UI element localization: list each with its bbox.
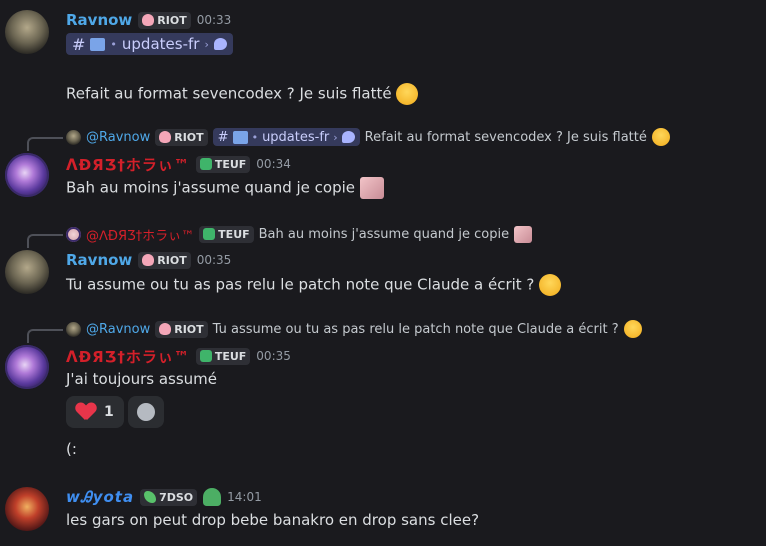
guild-tag[interactable]: RIOT: [138, 11, 191, 29]
avatar[interactable]: [5, 345, 49, 389]
guild-tag[interactable]: TEUF: [195, 347, 251, 365]
message-text: Tu assume ou tu as pas relu le patch not…: [66, 274, 562, 296]
reply-username[interactable]: @ᐱÐЯƷ†ホラぃ™: [86, 225, 194, 244]
avatar[interactable]: [5, 10, 49, 54]
thread-bubble-icon: [213, 38, 227, 50]
avatar[interactable]: [5, 153, 49, 197]
chevron-right-icon: ›: [204, 37, 209, 51]
skull-icon: [142, 254, 155, 266]
message-content: J'ai toujours assumé: [66, 370, 218, 388]
heart-reaction[interactable]: 1: [66, 396, 124, 428]
message-header: ᐱÐЯƷ†ホラぃ™ TEUF 00:34: [66, 153, 291, 175]
reaction-count: 1: [104, 404, 114, 420]
message-text: J'ai toujours assumé: [66, 370, 217, 388]
guild-tag[interactable]: TEUF: [195, 155, 251, 173]
tag-label: TEUF: [214, 157, 247, 171]
dot-separator: •: [251, 130, 259, 144]
timestamp: 00:34: [256, 157, 291, 171]
message-content: Bah au moins j'assume quand je copie: [66, 178, 356, 197]
tag-label: 7DSO: [159, 490, 194, 504]
message-content: Refait au format sevencodex ? Je suis fl…: [66, 84, 392, 103]
message-header: ᐱÐЯƷ†ホラぃ™ TEUF 00:35: [66, 345, 291, 367]
guild-tag: RIOT: [155, 128, 208, 146]
reply-text: Tu assume ou tu as pas relu le patch not…: [212, 321, 619, 337]
message-text: Refait au format sevencodex ? Je suis fl…: [66, 83, 419, 105]
reply-username[interactable]: @Ravnow: [86, 130, 150, 145]
message-text: Bah au moins j'assume quand je copie: [66, 177, 384, 199]
map-icon: [90, 37, 106, 51]
reply-preview[interactable]: @ᐱÐЯƷ†ホラぃ™ TEUF Bah au moins j'assume qu…: [66, 224, 533, 244]
message-content: Tu assume ou tu as pas relu le patch not…: [66, 275, 535, 294]
timestamp: 00:33: [196, 13, 232, 27]
skull-icon: [159, 323, 172, 335]
guild-tag[interactable]: 7DSO: [140, 488, 198, 506]
chevron-right-icon: ›: [333, 130, 338, 144]
reply-spine: [27, 329, 63, 343]
leaf-icon: [144, 491, 157, 503]
message-header: Ravnow RIOT 00:33: [66, 9, 231, 31]
skull-icon: [159, 131, 172, 143]
dot-separator: •: [110, 37, 117, 51]
smirk-emoji-icon: [539, 274, 562, 296]
hash-icon: #: [72, 34, 86, 54]
channel-mention[interactable]: # • updates-fr ›: [66, 33, 233, 55]
map-icon: [232, 130, 248, 144]
hash-icon: #: [217, 129, 229, 145]
avatar[interactable]: [5, 487, 49, 531]
joy-emoji-icon: [396, 83, 419, 105]
username[interactable]: ᐱÐЯƷ†ホラぃ™: [66, 346, 190, 367]
reply-spine: [27, 137, 63, 151]
reply-preview[interactable]: @Ravnow RIOT Tu assume ou tu as pas relu…: [66, 319, 642, 339]
money-icon: [203, 228, 216, 240]
reply-preview[interactable]: @Ravnow RIOT # • updates-fr › Refait au …: [66, 127, 670, 147]
tag-label: RIOT: [174, 130, 204, 144]
joy-emoji-icon: [651, 128, 670, 146]
reply-spine: [27, 234, 63, 248]
smirk-emoji-icon: [623, 320, 642, 338]
channel-mention[interactable]: # • updates-fr ›: [212, 128, 360, 146]
username[interactable]: Ravnow: [66, 11, 132, 29]
heart-icon: [76, 403, 96, 421]
username[interactable]: Ravnow: [66, 251, 132, 269]
timestamp: 00:35: [196, 253, 232, 267]
tag-label: TEUF: [218, 227, 250, 241]
guild-tag: TEUF: [199, 225, 254, 243]
smiley-icon: [137, 403, 155, 421]
username[interactable]: wᎯyota: [66, 488, 134, 506]
avatar[interactable]: [5, 250, 49, 294]
timestamp: 00:35: [256, 349, 291, 363]
message-text-followup: (:: [66, 440, 77, 458]
clover-icon: [203, 488, 222, 506]
custom-emoji-icon: [514, 225, 533, 243]
channel-name: updates-fr: [121, 35, 200, 53]
money-icon: [199, 350, 212, 362]
message-text: les gars on peut drop bebe banakro en dr…: [66, 511, 479, 529]
mini-avatar: [66, 226, 81, 242]
tag-label: RIOT: [157, 253, 187, 267]
guild-tag[interactable]: RIOT: [138, 251, 191, 269]
custom-emoji-icon: [359, 177, 384, 199]
timestamp: 14:01: [227, 490, 262, 504]
message-header: wᎯyota 7DSO 14:01: [66, 486, 262, 508]
thread-bubble-icon: [341, 131, 355, 143]
reply-text: Refait au format sevencodex ? Je suis fl…: [364, 129, 647, 145]
skull-icon: [142, 14, 155, 26]
tag-label: RIOT: [157, 13, 187, 27]
money-icon: [199, 158, 212, 170]
reply-text: Bah au moins j'assume quand je copie: [258, 226, 510, 242]
message-content: (:: [66, 440, 77, 458]
mini-avatar: [66, 129, 81, 145]
tag-label: RIOT: [174, 322, 204, 336]
username[interactable]: ᐱÐЯƷ†ホラぃ™: [66, 154, 190, 175]
mini-avatar: [66, 321, 81, 337]
add-reaction-button[interactable]: [128, 396, 164, 428]
reply-username[interactable]: @Ravnow: [86, 322, 150, 337]
guild-tag: RIOT: [155, 320, 208, 338]
channel-name: updates-fr: [262, 129, 330, 145]
message-header: Ravnow RIOT 00:35: [66, 249, 231, 271]
tag-label: TEUF: [214, 349, 247, 363]
message-content: les gars on peut drop bebe banakro en dr…: [66, 511, 480, 529]
